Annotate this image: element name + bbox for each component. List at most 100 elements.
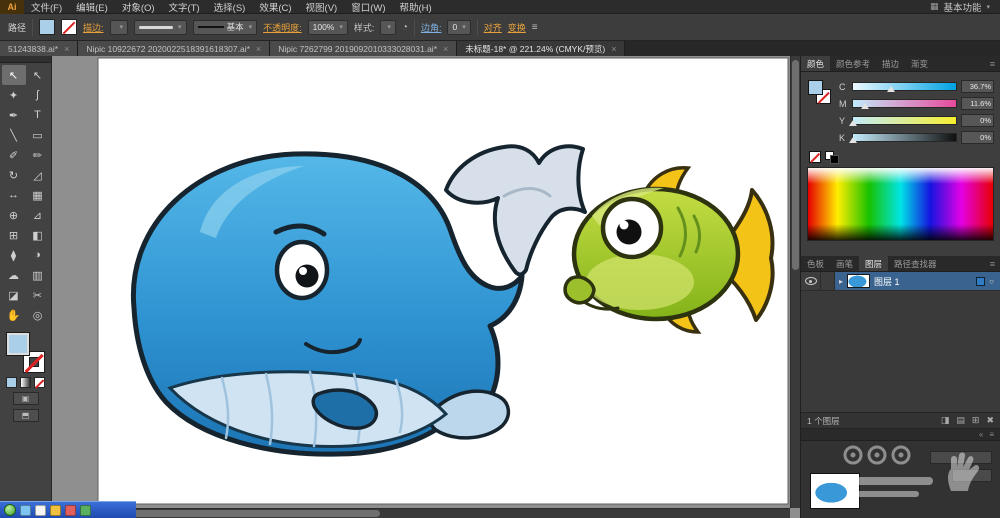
menu-item[interactable]: 文字(T) [162,0,207,14]
corner-label[interactable]: 边角: [421,21,442,34]
layer-name[interactable]: 图层 1 [874,275,900,288]
draw-normal-mode-icon[interactable]: ▣ [12,392,39,405]
panel-grip[interactable] [0,56,51,63]
color-panel-tab[interactable]: 描边 [876,56,905,71]
panel-menu-icon[interactable]: ≡ [989,430,994,439]
taskbar-icon[interactable] [65,504,76,516]
slider-handle[interactable] [849,137,857,143]
artwork-canvas[interactable] [52,56,800,518]
rectangle-tool[interactable]: ▭ [26,125,50,145]
symbol-sprayer-tool[interactable]: ☁ [2,265,26,285]
close-icon[interactable]: × [611,44,616,54]
blend-tool[interactable]: ◑ [26,245,50,265]
opacity-link[interactable]: 不透明度: [263,21,302,34]
new-layer-icon[interactable]: ⊞ [972,415,980,426]
channel-value[interactable]: 11.6% [961,97,994,110]
layers-panel-tab[interactable]: 画笔 [830,256,859,271]
fill-color-swatch[interactable] [39,19,56,35]
menu-item[interactable]: 视图(V) [299,0,345,14]
document-tab[interactable]: Nipic 10922672 2020022518391618307.ai* × [78,41,271,56]
paintbrush-tool[interactable]: ✐ [2,145,26,165]
lasso-tool[interactable]: ʃ [26,85,50,105]
transform-link[interactable]: 变换 [508,21,526,34]
width-profile-select[interactable]: ▾ [134,19,187,35]
channel-value[interactable]: 0% [961,114,994,127]
rotate-tool[interactable]: ↻ [2,165,26,185]
color-spectrum[interactable] [807,167,994,241]
menu-item[interactable]: 帮助(H) [393,0,439,14]
slice-tool[interactable]: ✂ [26,285,50,305]
menu-item[interactable]: 窗口(W) [344,0,392,14]
taskbar-icon[interactable] [20,504,31,516]
document-tab[interactable]: 51243838.ai* × [0,41,79,56]
pencil-tool[interactable]: ✏ [26,145,50,165]
document-tab[interactable]: 未标题-18* @ 221.24% (CMYK/预览) × [457,41,626,56]
slider-handle[interactable] [886,86,895,92]
selection-tool[interactable]: ↖ [1,65,26,85]
perspective-grid-tool[interactable]: ⊿ [26,205,50,225]
gradient-button[interactable] [20,377,31,388]
column-graph-tool[interactable]: ▥ [26,265,50,285]
color-panel-tab[interactable]: 颜色参考 [830,56,876,71]
navigator-thumbnail[interactable] [810,473,860,509]
close-icon[interactable]: × [443,44,448,54]
horizontal-scrollbar[interactable] [52,508,790,518]
channel-slider[interactable] [852,99,957,109]
channel-slider[interactable] [849,116,957,126]
screen-mode-icon[interactable]: ⬒ [12,409,39,422]
color-panel-tab[interactable]: 渐变 [905,56,934,71]
disclosure-icon[interactable]: ▸ [839,277,843,286]
menu-item[interactable]: 编辑(E) [69,0,115,14]
line-segment-tool[interactable]: ╲ [2,125,26,145]
hand-tool[interactable]: ✋ [2,305,26,325]
opacity-input[interactable]: 100% ▾ [307,19,348,35]
channel-slider[interactable] [852,82,957,92]
layer-row[interactable]: ▸ 图层 1 ○ [801,272,1000,291]
lock-cell[interactable] [821,272,835,290]
taskbar-start-button[interactable] [4,504,16,516]
taskbar-icon[interactable] [35,504,46,516]
channel-value[interactable]: 36.7% [961,80,994,93]
fill-proxy-swatch[interactable] [808,80,823,95]
delete-layer-icon[interactable]: ✖ [986,415,994,426]
stroke-width-input[interactable]: ▾ [109,19,129,35]
menu-item[interactable]: 文件(F) [24,0,69,14]
color-panel-tab[interactable]: 颜色 [801,56,831,71]
taskbar-icon[interactable] [80,504,91,516]
none-button[interactable] [34,377,45,388]
target-icon[interactable]: ○ [989,277,994,286]
type-tool[interactable]: T [26,105,50,125]
shape-builder-tool[interactable]: ⊕ [2,205,26,225]
menu-item[interactable]: 效果(C) [252,0,298,14]
panel-menu-icon[interactable]: ≡ [985,256,1000,271]
slider-handle[interactable] [849,120,857,126]
eyedropper-tool[interactable]: ⧫ [2,245,26,265]
new-sublayer-icon[interactable]: ▤ [956,415,965,426]
vertical-scrollbar-thumb[interactable] [792,60,799,270]
channel-value[interactable]: 0% [961,131,994,144]
panel-option-select[interactable] [952,469,992,482]
black-white-swatches[interactable] [825,150,841,164]
layers-panel-tab[interactable]: 图层 [859,256,889,271]
collapse-icon[interactable]: « [979,430,983,439]
panel-menu-icon[interactable]: ≡ [985,56,1000,71]
vertical-scrollbar[interactable] [790,56,800,508]
recolor-artwork-icon[interactable]: ◔ [402,22,408,33]
mesh-tool[interactable]: ⊞ [2,225,26,245]
close-icon[interactable]: × [64,44,69,54]
document-tab[interactable]: Nipic 7262799 2019092010333028031.ai* × [270,41,458,56]
brush-definition-select[interactable]: 基本 ▾ [192,19,258,35]
color-button[interactable] [6,377,17,388]
align-link[interactable]: 对齐 [484,21,502,34]
width-tool[interactable]: ↔ [2,185,26,205]
visibility-cell[interactable] [801,272,821,290]
artboard-tool[interactable]: ◪ [2,285,26,305]
scale-tool[interactable]: ◿ [26,165,50,185]
none-swatch[interactable] [809,151,821,163]
zoom-tool[interactable]: ◎ [26,305,50,325]
taskbar-icon[interactable] [50,504,61,516]
direct-selection-tool[interactable]: ↖ [26,65,50,85]
close-icon[interactable]: × [256,44,261,54]
menu-item[interactable]: 选择(S) [207,0,253,14]
layers-panel-tab[interactable]: 色板 [801,256,830,271]
